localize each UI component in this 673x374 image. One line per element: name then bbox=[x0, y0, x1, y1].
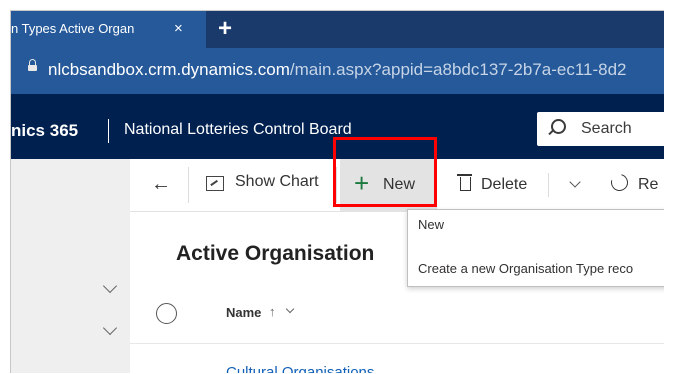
new-button-tooltip: New Create a new Organisation Type reco bbox=[407, 209, 664, 287]
search-box[interactable]: Search bbox=[537, 112, 664, 146]
column-header-name[interactable]: Name bbox=[226, 305, 261, 320]
select-all-checkbox[interactable] bbox=[156, 303, 177, 324]
tab-close-icon[interactable]: × bbox=[174, 20, 183, 37]
back-arrow-icon[interactable]: ← bbox=[151, 173, 171, 196]
app-name[interactable]: nics 365 bbox=[11, 121, 78, 141]
tab-title: n Types Active Organ bbox=[11, 21, 135, 36]
command-separator bbox=[188, 167, 189, 203]
org-name: National Lotteries Control Board bbox=[124, 121, 352, 138]
refresh-icon[interactable] bbox=[607, 170, 632, 195]
search-icon bbox=[551, 119, 566, 134]
browser-tab-strip: n Types Active Organ × + bbox=[11, 11, 664, 48]
header-divider bbox=[108, 119, 109, 143]
chevron-down-icon[interactable] bbox=[102, 320, 118, 336]
url-path: /main.aspx?appid=a8bdc137-2b7a-ec11-8d2 bbox=[289, 60, 627, 79]
view-title[interactable]: Active Organisation bbox=[176, 242, 374, 266]
left-nav bbox=[11, 159, 130, 373]
refresh-button[interactable]: Re bbox=[638, 176, 658, 194]
chevron-down-icon[interactable] bbox=[285, 304, 295, 314]
command-separator bbox=[548, 173, 549, 197]
red-highlight-box bbox=[333, 137, 437, 207]
lock-icon bbox=[28, 59, 37, 71]
row-divider bbox=[130, 343, 664, 344]
delete-button[interactable]: Delete bbox=[481, 176, 527, 194]
chevron-down-icon[interactable] bbox=[569, 176, 581, 188]
url-host: nlcbsandbox.crm.dynamics.com bbox=[48, 60, 290, 79]
show-chart-button[interactable]: Show Chart bbox=[235, 173, 319, 191]
url-text[interactable]: nlcbsandbox.crm.dynamics.com/main.aspx?a… bbox=[48, 60, 627, 80]
chart-icon bbox=[206, 176, 224, 191]
browser-tab[interactable]: n Types Active Organ × bbox=[11, 11, 206, 48]
table-row-link[interactable]: Cultural Organisations bbox=[226, 364, 374, 373]
sort-ascending-icon: ↑ bbox=[269, 304, 276, 319]
screenshot-frame: n Types Active Organ × + nlcbsandbox.crm… bbox=[10, 10, 664, 373]
address-bar[interactable]: nlcbsandbox.crm.dynamics.com/main.aspx?a… bbox=[11, 48, 664, 94]
search-label: Search bbox=[581, 120, 632, 137]
tooltip-description: Create a new Organisation Type reco bbox=[418, 261, 634, 276]
new-tab-icon[interactable]: + bbox=[218, 15, 232, 43]
tooltip-title: New bbox=[418, 217, 445, 232]
chevron-down-icon[interactable] bbox=[102, 278, 118, 294]
trash-icon bbox=[457, 174, 472, 191]
